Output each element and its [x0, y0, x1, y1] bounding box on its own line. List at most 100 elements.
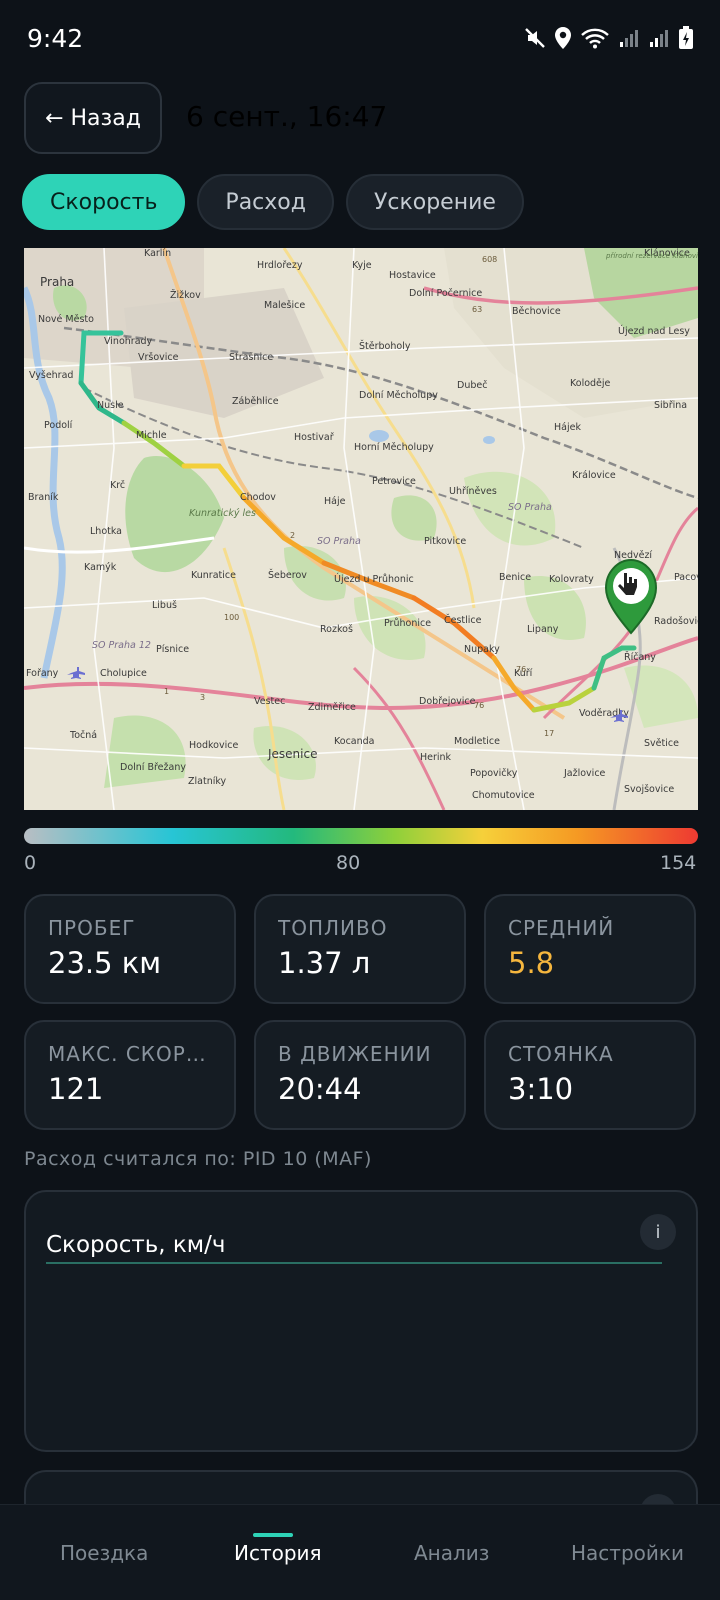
info-button[interactable]: i [640, 1214, 676, 1250]
map-road-63: 63 [472, 305, 482, 314]
map-label-kralovice: Královice [572, 470, 616, 481]
location-icon [555, 27, 571, 49]
map-label-hrdlorezy: Hrdlořezy [257, 260, 303, 271]
stat-card-fuel: ТОПЛИВО 1.37 л [254, 894, 466, 1004]
chart-divider [46, 1262, 662, 1264]
map-label-zlatniky: Zlatníky [188, 776, 227, 787]
map-label-kocanda: Kocanda [334, 736, 375, 747]
map-label-malesice: Malešice [264, 300, 305, 311]
chart-title: Скорость, км/ч [46, 1232, 226, 1258]
signal-icon [620, 30, 638, 47]
map-label-radosovice: Radošovice [654, 616, 698, 627]
map-label-podoli: Podolí [44, 420, 73, 431]
nav-item-history[interactable]: История [234, 1541, 322, 1565]
stat-card-average: СРЕДНИЙ 5.8 [484, 894, 696, 1004]
map-label-sterboholy: Štěrboholy [359, 340, 411, 352]
map-label-strasnice: Strašnice [229, 352, 273, 363]
stat-value: 20:44 [278, 1072, 362, 1106]
stat-card-moving-time: В ДВИЖЕНИИ 20:44 [254, 1020, 466, 1130]
stat-label: СТОЯНКА [508, 1042, 614, 1066]
map-label-praha: Praha [40, 275, 74, 289]
status-bar: 9:42 [0, 0, 720, 80]
map-road-1: 1 [164, 687, 169, 696]
map-label-dubec: Dubeč [457, 380, 487, 391]
map-label-bechovice: Běchovice [512, 306, 561, 317]
map-label-tocna: Točná [69, 730, 97, 741]
map-label-so-praha-11: SO Praha [317, 536, 361, 547]
map-label-dolni-brezany: Dolní Břežany [120, 762, 186, 773]
map-label-klanovicky-les: přírodní rezervace Klánovický les [605, 252, 698, 260]
map-road-76: 76 [516, 665, 526, 674]
map-road-100: 100 [224, 613, 239, 622]
map-label-pacov: Pacov [674, 572, 698, 583]
map-label-lipany: Lipany [527, 624, 559, 635]
map-label-so-praha-22: SO Praha [508, 502, 552, 513]
back-button[interactable]: ← Назад [24, 82, 162, 154]
map-label-forany: Fořany [26, 668, 59, 679]
stat-value: 121 [48, 1072, 104, 1106]
map-label-cestlice: Čestlice [444, 614, 482, 626]
tab-consumption[interactable]: Расход [197, 174, 334, 230]
speed-chart-panel: Скорость, км/ч i [24, 1190, 698, 1452]
scale-mid-label: 80 [336, 852, 361, 874]
nav-item-settings[interactable]: Настройки [571, 1541, 684, 1565]
back-label: ← Назад [45, 105, 141, 131]
stat-value: 5.8 [508, 946, 555, 980]
map-road-3: 3 [200, 693, 205, 702]
map-label-hostivar: Hostivař [294, 432, 334, 443]
stat-label: ПРОБЕГ [48, 916, 136, 940]
map-label-dolni-mecholupy: Dolní Měcholupy [359, 390, 438, 401]
map-label-ricany: Říčany [624, 652, 656, 663]
status-icons [524, 26, 694, 50]
map-label-dolni-pocernice: Dolní Počernice [409, 288, 482, 299]
map-label-krc: Krč [110, 480, 125, 491]
map-label-modletice: Modletice [454, 736, 500, 747]
map-label-ujezd-u-pruhonic: Újezd u Průhonic [334, 573, 414, 585]
map-label-dobrejovice: Dobřejovice [419, 696, 476, 707]
map-label-hajek: Hájek [554, 422, 581, 433]
map-label-pisnice: Písnice [156, 644, 189, 655]
map-label-vysehrad: Vyšehrad [29, 370, 73, 381]
map-label-karlin: Karlín [144, 248, 171, 259]
map-label-pitkovice: Pitkovice [424, 536, 466, 547]
map-label-so-praha-12: SO Praha 12 [92, 640, 151, 651]
stat-label: ТОПЛИВО [278, 916, 388, 940]
nav-item-trip[interactable]: Поездка [60, 1541, 148, 1565]
map-label-nedvezi: Nedvězí [614, 550, 652, 561]
map-label-ujezd: Újezd nad Lesy [618, 325, 690, 337]
map-label-petrovice: Petrovice [372, 476, 416, 487]
wifi-icon [581, 28, 609, 49]
nav-item-analysis[interactable]: Анализ [414, 1541, 489, 1565]
map-label-branik: Braník [28, 492, 59, 503]
map-road-76b: 76 [474, 701, 484, 710]
map-label-cholupice: Cholupice [100, 668, 147, 679]
map-label-svojsovice: Svojšovice [624, 784, 674, 795]
tab-acceleration[interactable]: Ускорение [345, 174, 524, 230]
map-label-benice: Benice [499, 572, 531, 583]
stat-label: СРЕДНИЙ [508, 916, 615, 940]
map-label-kamyk: Kamýk [84, 562, 117, 573]
metric-tabs: Скорость Расход Ускорение [22, 174, 524, 230]
calc-source-note: Расход считался по: PID 10 (MAF) [24, 1148, 372, 1170]
map-label-nupaky: Nupaky [464, 644, 500, 655]
map-label-kunratice: Kunratice [191, 570, 236, 581]
map-label-horni-mecholupy: Horní Měcholupy [354, 442, 434, 453]
route-map[interactable]: Karlín Praha Žižkov Hrdlořezy Kyje Hosta… [24, 248, 698, 810]
map-label-nusle: Nusle [97, 400, 124, 411]
map-label-popovicky: Popovičky [470, 768, 518, 779]
stat-label: В ДВИЖЕНИИ [278, 1042, 432, 1066]
status-time: 9:42 [27, 24, 84, 53]
map-label-sibrina: Sibřina [654, 400, 687, 411]
map-label-pruhonice: Průhonice [384, 618, 431, 629]
map-label-vinohrady: Vinohrady [104, 336, 153, 347]
map-label-jesenice: Jesenice [267, 747, 317, 761]
tab-speed[interactable]: Скорость [22, 174, 186, 230]
map-canvas: Karlín Praha Žižkov Hrdlořezy Kyje Hosta… [24, 248, 698, 810]
stat-value: 3:10 [508, 1072, 574, 1106]
map-label-zabehlice: Záběhlice [232, 396, 279, 407]
map-label-zdimerice: Zdiměřice [308, 702, 356, 713]
map-label-uhrineves: Uhříněves [449, 486, 497, 497]
stat-value: 23.5 км [48, 946, 162, 980]
bottom-nav: Поездка История Анализ Настройки [0, 1504, 720, 1600]
stat-label: МАКС. СКОРО... [48, 1042, 212, 1066]
